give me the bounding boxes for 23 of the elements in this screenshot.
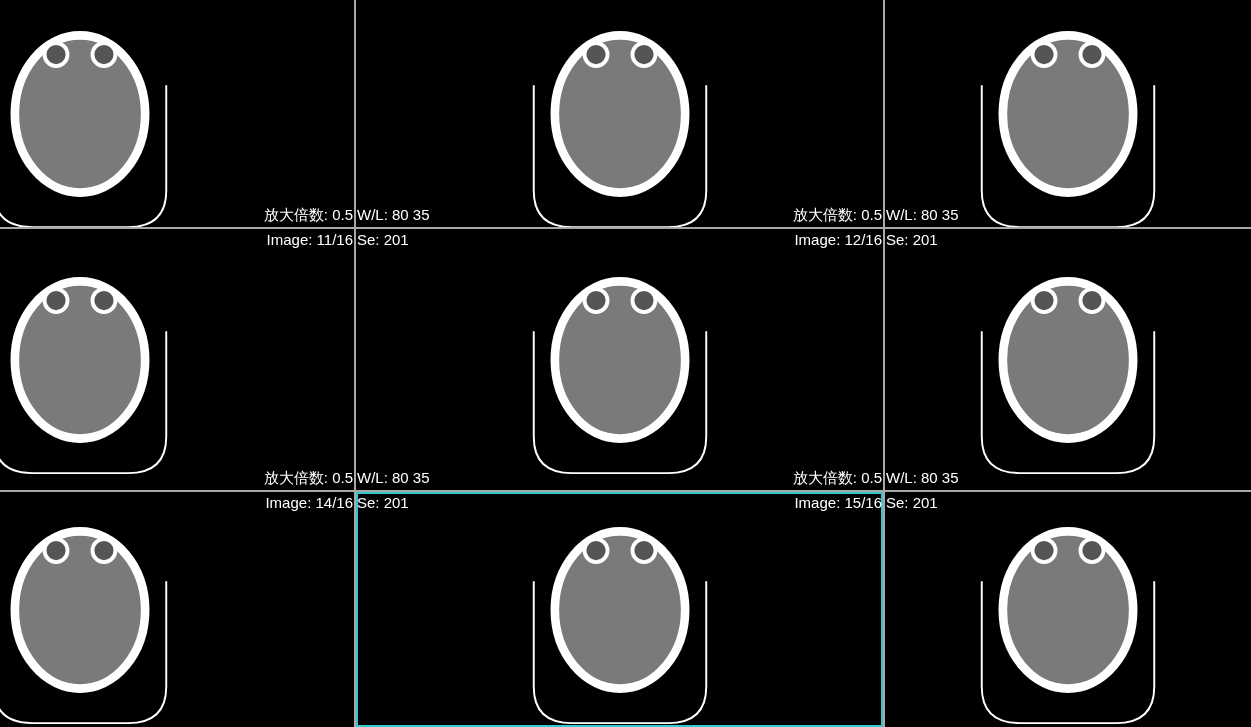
- image-number-label: Image: 14/16: [265, 494, 353, 512]
- series-label: Se: 201: [357, 231, 409, 249]
- image-viewport[interactable]: Image: 14/16: [0, 492, 354, 727]
- zoom-factor-label: 放大倍数: 0.5: [263, 206, 353, 224]
- zoom-factor-label: 放大倍数: 0.5: [263, 469, 353, 487]
- image-viewport[interactable]: Se: 201 Image: 12/16 W/L: 80 35 放大倍数: 0.5: [356, 229, 883, 490]
- image-viewport[interactable]: Se: 201 W/L: 80 35: [885, 229, 1251, 490]
- series-label: Se: 201: [357, 494, 409, 512]
- image-viewport[interactable]: 放大倍数: 0.5: [0, 0, 354, 227]
- series-label: Se: 201: [886, 231, 938, 249]
- image-number-label: Image: 12/16: [794, 231, 882, 249]
- window-level-label: W/L: 80 35: [886, 469, 959, 487]
- zoom-factor-label: 放大倍数: 0.5: [792, 469, 882, 487]
- series-label: Se: 201: [886, 494, 938, 512]
- image-viewport[interactable]: W/L: 80 35: [885, 0, 1251, 227]
- window-level-label: W/L: 80 35: [357, 206, 430, 224]
- zoom-factor-label: 放大倍数: 0.5: [792, 206, 882, 224]
- image-viewport[interactable]: W/L: 80 35 放大倍数: 0.5: [356, 0, 883, 227]
- window-level-label: W/L: 80 35: [886, 206, 959, 224]
- image-viewport[interactable]: Image: 11/16 放大倍数: 0.5: [0, 229, 354, 490]
- image-number-label: Image: 11/16: [266, 231, 353, 249]
- image-viewport[interactable]: Se: 201: [885, 492, 1251, 727]
- window-level-label: W/L: 80 35: [357, 469, 430, 487]
